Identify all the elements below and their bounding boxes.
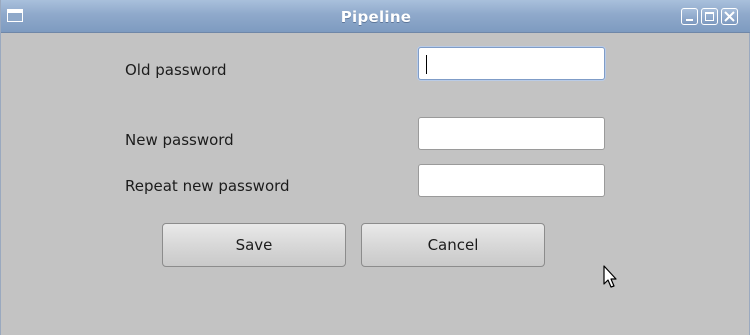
mouse-pointer-icon [603, 265, 617, 293]
save-button[interactable]: Save [162, 223, 346, 267]
repeat-password-label: Repeat new password [125, 177, 290, 195]
close-icon[interactable] [721, 8, 738, 25]
new-password-input[interactable] [418, 117, 605, 150]
title-bar[interactable]: Pipeline [1, 0, 750, 33]
minimize-icon[interactable] [681, 8, 698, 25]
repeat-password-input[interactable] [418, 164, 605, 197]
maximize-icon[interactable] [701, 8, 718, 25]
old-password-input[interactable] [418, 47, 605, 80]
new-password-label: New password [125, 131, 234, 149]
cancel-button[interactable]: Cancel [361, 223, 545, 267]
text-caret [426, 55, 427, 74]
window-title: Pipeline [340, 8, 412, 26]
old-password-label: Old password [125, 61, 227, 79]
pipeline-window: Pipeline Old password New password Repea… [0, 0, 750, 335]
